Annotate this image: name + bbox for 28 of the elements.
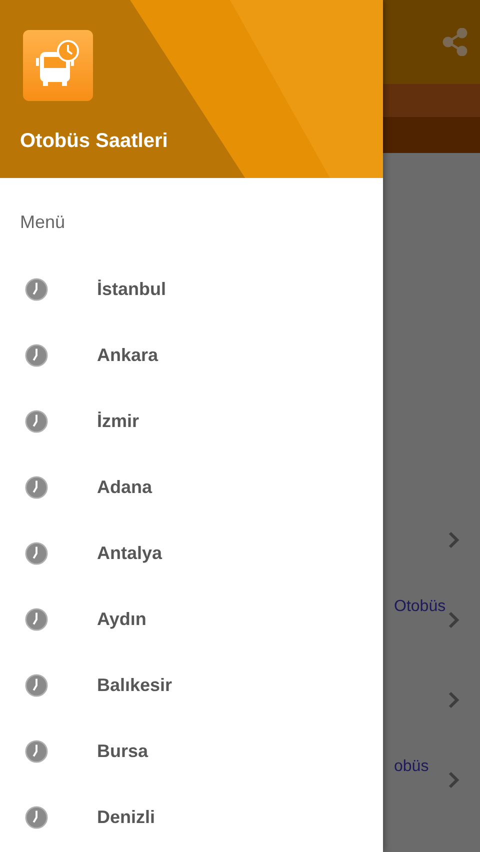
app-title: Otobüs Saatleri: [20, 130, 168, 153]
clock-icon: [25, 410, 48, 432]
menu-item[interactable]: Aydın: [0, 586, 383, 652]
chevron-icon: [448, 531, 460, 549]
menu-item[interactable]: Adana: [0, 454, 383, 520]
clock-icon: [25, 608, 48, 630]
app-logo-icon: [23, 30, 93, 101]
menu-item[interactable]: Ankara: [0, 322, 383, 388]
chevron-icon: [448, 691, 460, 709]
clock-icon: [25, 806, 48, 828]
menu-item[interactable]: Denizli: [0, 784, 383, 850]
menu-heading: Menü: [20, 212, 66, 232]
share-icon[interactable]: [442, 28, 468, 56]
clock-icon: [25, 674, 48, 696]
clock-icon: [25, 476, 48, 498]
clock-icon: [25, 542, 48, 564]
menu-item[interactable]: Balıkesir: [0, 652, 383, 718]
clock-icon: [25, 344, 48, 366]
menu-item[interactable]: İzmir: [0, 388, 383, 454]
menu-item[interactable]: Bursa: [0, 718, 383, 784]
chevron-icon: [448, 771, 460, 789]
menu-item[interactable]: Antalya: [0, 520, 383, 586]
clock-icon: [25, 740, 48, 762]
chevron-icon: [448, 611, 460, 629]
menu-item[interactable]: İstanbul: [0, 256, 383, 322]
route-title: Otobüs: [394, 598, 446, 616]
clock-icon: [25, 278, 48, 300]
route-title: obüs: [394, 758, 429, 776]
